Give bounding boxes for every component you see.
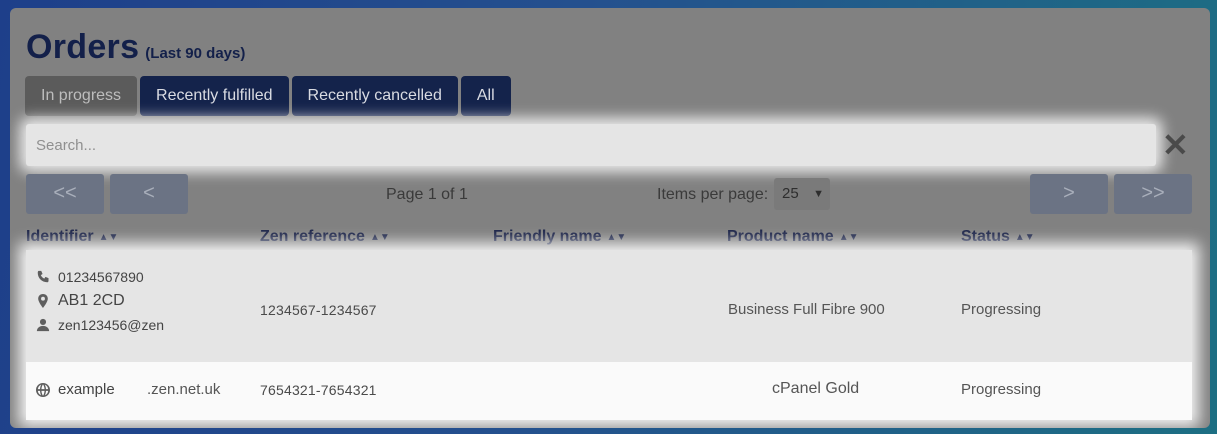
location-pin-icon — [38, 294, 48, 308]
phone-icon — [37, 270, 49, 283]
prev-page-button[interactable]: < — [110, 174, 188, 214]
title-text: Orders — [26, 28, 140, 66]
phone-number: 01234567890 — [58, 269, 144, 285]
identifier-postcode: AB1 2CD — [36, 292, 125, 310]
column-header-label: Product name — [727, 228, 834, 245]
product-name: cPanel Gold — [772, 380, 860, 397]
identifier-username: zen123456@zen — [36, 317, 164, 333]
status-text: Progressing — [961, 301, 1042, 318]
product-name: Business Full Fibre 900 — [728, 301, 885, 318]
column-header-status[interactable]: Status ▲▼ — [961, 228, 1035, 246]
column-header-label: Zen reference — [260, 228, 365, 245]
column-header-zen-reference[interactable]: Zen reference ▲▼ — [260, 228, 390, 246]
zen-reference: 7654321-7654321 — [260, 382, 377, 398]
column-header-friendly-name[interactable]: Friendly name ▲▼ — [493, 228, 626, 246]
search-box — [26, 124, 1156, 166]
identifier-domain: example — [36, 381, 115, 398]
first-page-button[interactable]: << — [26, 174, 104, 214]
column-header-identifier[interactable]: Identifier ▲▼ — [26, 228, 118, 246]
sort-icon: ▲▼ — [838, 232, 859, 243]
orders-panel: Orders (Last 90 days) In progress Recentl… — [10, 8, 1210, 428]
table-row[interactable]: 01234567890 AB1 2CD zen123456@zen 123456… — [26, 250, 1192, 362]
order-tabs: In progress Recently fulfilled Recently … — [25, 76, 511, 116]
globe-icon — [36, 382, 50, 397]
sort-icon: ▲▼ — [606, 232, 627, 243]
page-info: Page 1 of 1 — [386, 186, 468, 203]
zen-reference: 1234567-1234567 — [260, 302, 377, 318]
status-text: Progressing — [961, 381, 1042, 398]
table-row[interactable]: example .zen.net.uk 7654321-7654321 cPan… — [26, 362, 1192, 420]
page-title: Orders (Last 90 days) — [26, 28, 245, 67]
chevron-down-icon: ▼ — [813, 188, 824, 200]
domain-name: example — [58, 381, 115, 398]
last-page-button[interactable]: >> — [1114, 174, 1192, 214]
identifier-phone: 01234567890 — [36, 269, 144, 285]
orders-table-body: 01234567890 AB1 2CD zen123456@zen 123456… — [26, 250, 1192, 420]
column-header-label: Identifier — [26, 228, 94, 245]
postcode: AB1 2CD — [58, 292, 125, 309]
column-header-product-name[interactable]: Product name ▲▼ — [727, 228, 858, 246]
domain-suffix: .zen.net.uk — [147, 381, 221, 398]
items-per-page-select[interactable]: 25 ▼ — [774, 178, 830, 210]
close-icon[interactable]: ✕ — [1162, 129, 1189, 161]
sort-icon: ▲▼ — [369, 232, 390, 243]
title-subtitle: (Last 90 days) — [145, 45, 246, 62]
tab-recently-cancelled[interactable]: Recently cancelled — [291, 76, 458, 116]
tab-recently-fulfilled[interactable]: Recently fulfilled — [140, 76, 289, 116]
column-header-label: Friendly name — [493, 228, 602, 245]
user-icon — [36, 318, 50, 332]
column-header-label: Status — [961, 228, 1010, 245]
sort-icon: ▲▼ — [98, 232, 119, 243]
tab-in-progress[interactable]: In progress — [25, 76, 138, 116]
username: zen123456@zen — [58, 317, 165, 333]
next-page-button[interactable]: > — [1030, 174, 1108, 214]
search-input[interactable] — [26, 124, 1156, 166]
tab-all[interactable]: All — [460, 76, 511, 116]
items-per-page-label: Items per page: — [657, 186, 769, 203]
sort-icon: ▲▼ — [1014, 232, 1035, 243]
items-per-page-value: 25 — [782, 185, 799, 202]
